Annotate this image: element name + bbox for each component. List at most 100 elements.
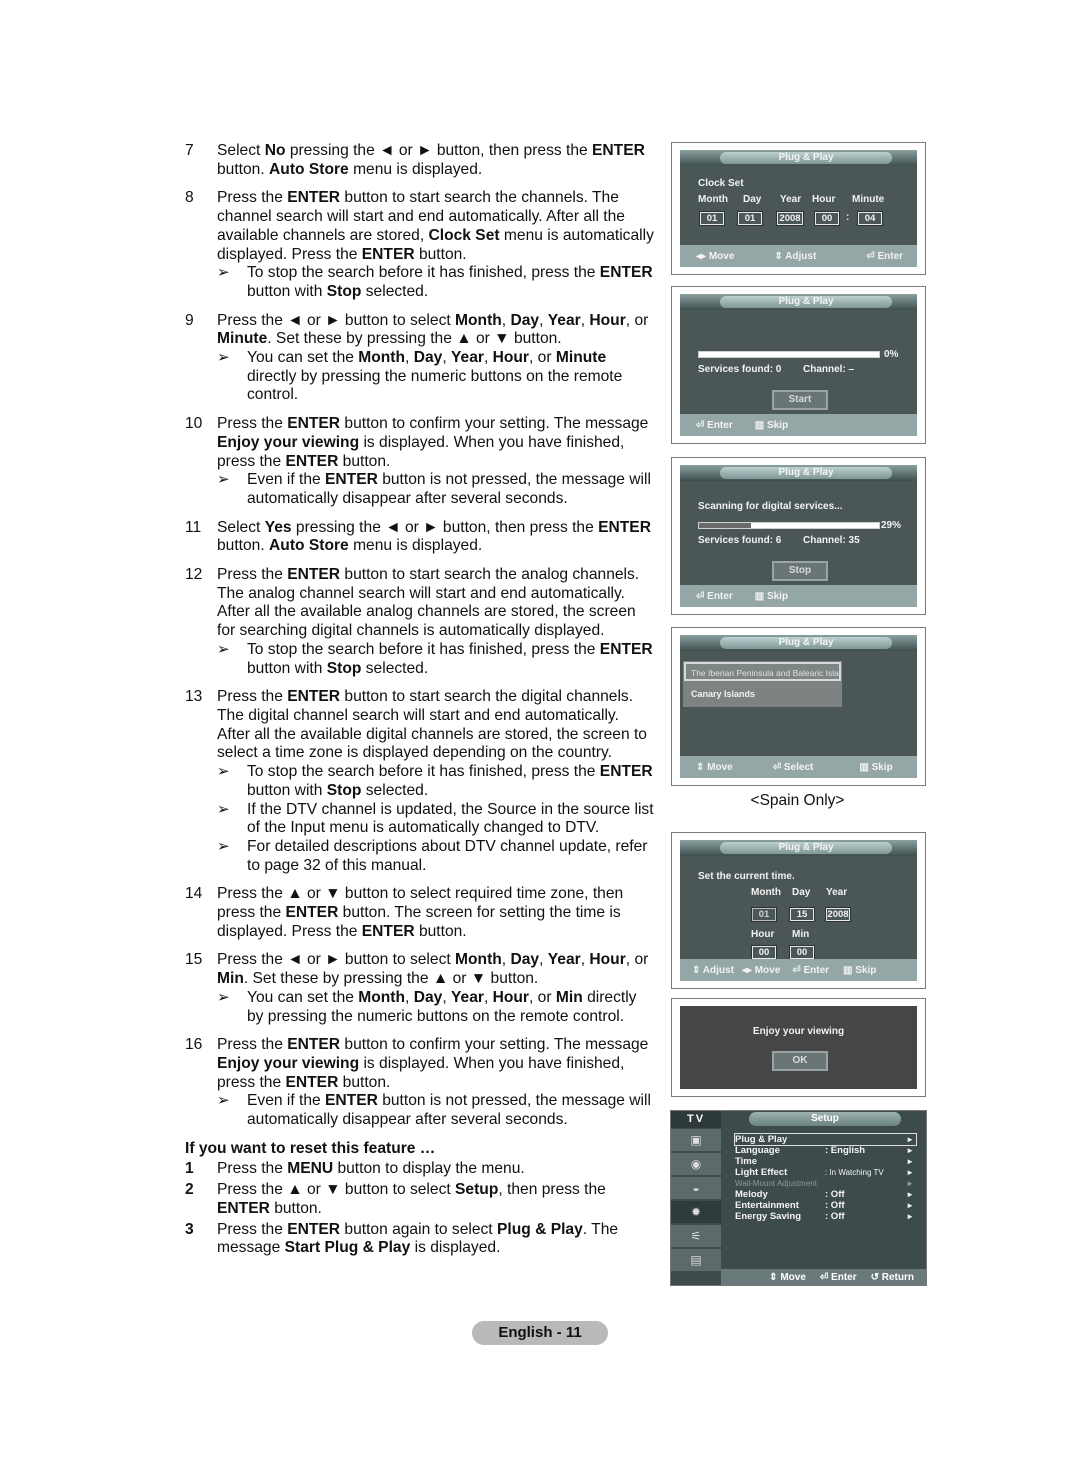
page-number-badge: English - 11 — [472, 1321, 608, 1345]
picture-icon[interactable]: ▣ — [671, 1129, 721, 1153]
note-arrow-icon: ➢ — [217, 1092, 230, 1110]
emphasis-text: MENU — [287, 1160, 334, 1178]
text-run: Press the — [217, 566, 288, 584]
menu-item-label: Melody — [735, 1189, 768, 1200]
emphasis-text: Auto Store — [269, 537, 349, 555]
note-text: To stop the search before it has finishe… — [247, 763, 655, 800]
emphasis-text: ENTER — [287, 415, 341, 433]
instruction-step: 9 Press the ◄ or ► button to select Month… — [185, 312, 655, 406]
emphasis-text: ENTER — [325, 471, 378, 489]
text-run: , or — [625, 951, 649, 969]
text-run: selected. — [361, 781, 429, 799]
emphasis-text: ENTER — [217, 1199, 270, 1217]
instructions-column: 7 Select No pressing the ◄ or ► button, t… — [185, 142, 655, 1260]
hour-field[interactable]: 00 — [751, 945, 777, 960]
min-field[interactable]: 00 — [789, 945, 815, 960]
emphasis-text: ENTER — [361, 245, 415, 263]
text-run: , — [483, 988, 493, 1006]
emphasis-text: ENTER — [598, 518, 651, 536]
instruction-step: 12 Press the ENTER button to start search… — [185, 566, 655, 678]
emphasis-text: Stop — [326, 781, 362, 799]
text-run: , — [483, 349, 493, 367]
progress-fill — [699, 523, 752, 528]
step-number: 8 — [185, 189, 194, 207]
text-run: menu is displayed. — [348, 537, 483, 555]
emphasis-text: Year — [547, 951, 581, 969]
month-field[interactable]: 01 — [699, 211, 725, 226]
month-field[interactable]: 01 — [751, 907, 777, 922]
sound-icon[interactable]: ◉ — [671, 1153, 721, 1177]
step-number: 9 — [185, 311, 194, 329]
emphasis-text: ENTER — [285, 452, 339, 470]
text-run: Press the — [217, 1160, 288, 1178]
year-field[interactable]: 2008 — [825, 907, 851, 922]
channel-icon[interactable]: ◒ — [671, 1177, 721, 1201]
footer-enter: ⏎ Enter — [792, 964, 830, 976]
text-run: Press the — [217, 688, 288, 706]
text-run: button. — [338, 1073, 391, 1091]
emphasis-text: Auto Store — [269, 160, 349, 178]
emphasis-text: ENTER — [325, 1092, 378, 1110]
step-text: Press the ENTER button again to select P… — [217, 1221, 655, 1258]
setup-menu-item[interactable]: Plug & Play ► — [734, 1133, 917, 1146]
emphasis-text: Start Plug & Play — [284, 1239, 411, 1257]
label-min: Min — [792, 929, 810, 940]
emphasis-text: Year — [547, 311, 581, 329]
setup-menu-item[interactable]: Language: English ► — [735, 1145, 916, 1156]
timezone-option-iberian[interactable]: The Iberian Peninsula and Balearic Islan… — [684, 662, 841, 681]
emphasis-text: Month — [455, 311, 502, 329]
start-button[interactable]: Start — [772, 390, 828, 410]
emphasis-text: Setup — [455, 1181, 499, 1199]
footer-skip: ▥ Skip — [754, 590, 789, 602]
year-field[interactable]: 2008 — [776, 211, 804, 226]
setup-menu-item[interactable]: Energy Saving: Off ► — [735, 1211, 916, 1222]
text-run: . Set these by pressing the ▲ or ▼ butto… — [267, 330, 562, 348]
text-run: Press the — [217, 1036, 288, 1054]
emphasis-text: Min — [217, 970, 244, 988]
setup-menu-item[interactable]: Time ► — [735, 1156, 916, 1167]
note-arrow-icon: ➢ — [217, 264, 230, 282]
enjoy-message: Enjoy your viewing — [752, 1026, 845, 1037]
emphasis-text: Plug & Play — [496, 1220, 583, 1238]
progress-bar — [698, 351, 880, 358]
setup-menu-item[interactable]: Wall-Mount Adjustment ► — [735, 1178, 916, 1189]
text-run: button again to select — [340, 1220, 497, 1238]
footer-enter: ⏎ Enter — [866, 250, 904, 262]
label-year: Year — [826, 887, 848, 898]
reset-step: 2 Press the ▲ or ▼ button to select Setup… — [185, 1181, 655, 1218]
text-run: button with — [247, 659, 327, 677]
day-field[interactable]: 15 — [789, 907, 815, 922]
minute-field[interactable]: 04 — [857, 211, 883, 226]
menu-item-label: Wall-Mount Adjustment — [735, 1179, 817, 1188]
step-note: ➢ If the DTV channel is updated, the Sour… — [217, 801, 655, 838]
step-number: 14 — [185, 885, 203, 903]
emphasis-text: ENTER — [599, 264, 653, 282]
hour-field[interactable]: 00 — [814, 211, 840, 226]
emphasis-text: Day — [510, 311, 540, 329]
text-run: , — [405, 988, 414, 1006]
emphasis-text: Month — [358, 988, 406, 1006]
step-number: 12 — [185, 566, 203, 584]
instruction-step: 14 Press the ▲ or ▼ button to select requ… — [185, 885, 655, 941]
setup-menu-item[interactable]: Entertainment: Off ► — [735, 1200, 916, 1211]
osd-title: Plug & Play — [720, 637, 892, 649]
timezone-option-canary[interactable]: Canary Islands — [684, 685, 841, 703]
input-icon[interactable]: ⚟ — [671, 1225, 721, 1249]
channel-label: Channel: – — [803, 364, 855, 375]
step-text: Press the ENTER button to start search t… — [217, 566, 655, 678]
note-arrow-icon: ➢ — [217, 349, 230, 367]
text-run: For detailed descriptions about DTV chan… — [247, 837, 648, 874]
emphasis-text: Clock Set — [428, 226, 500, 244]
setup-menu-item[interactable]: Light Effect: In Watching TV ► — [735, 1167, 916, 1178]
services-found: Services found: 0 — [698, 364, 782, 375]
spain-only-caption: <Spain Only> — [750, 792, 845, 809]
setup-menu-item[interactable]: Melody: Off ► — [735, 1189, 916, 1200]
step-number: 13 — [185, 688, 203, 706]
day-field[interactable]: 01 — [737, 211, 763, 226]
stop-button[interactable]: Stop — [772, 561, 828, 581]
step-number: 10 — [185, 415, 203, 433]
footer-return: ↺ Return — [870, 1271, 914, 1283]
digital-menu-icon[interactable]: ▤ — [671, 1249, 721, 1273]
ok-button[interactable]: OK — [772, 1051, 828, 1071]
setup-icon[interactable]: ✹ — [671, 1201, 721, 1225]
